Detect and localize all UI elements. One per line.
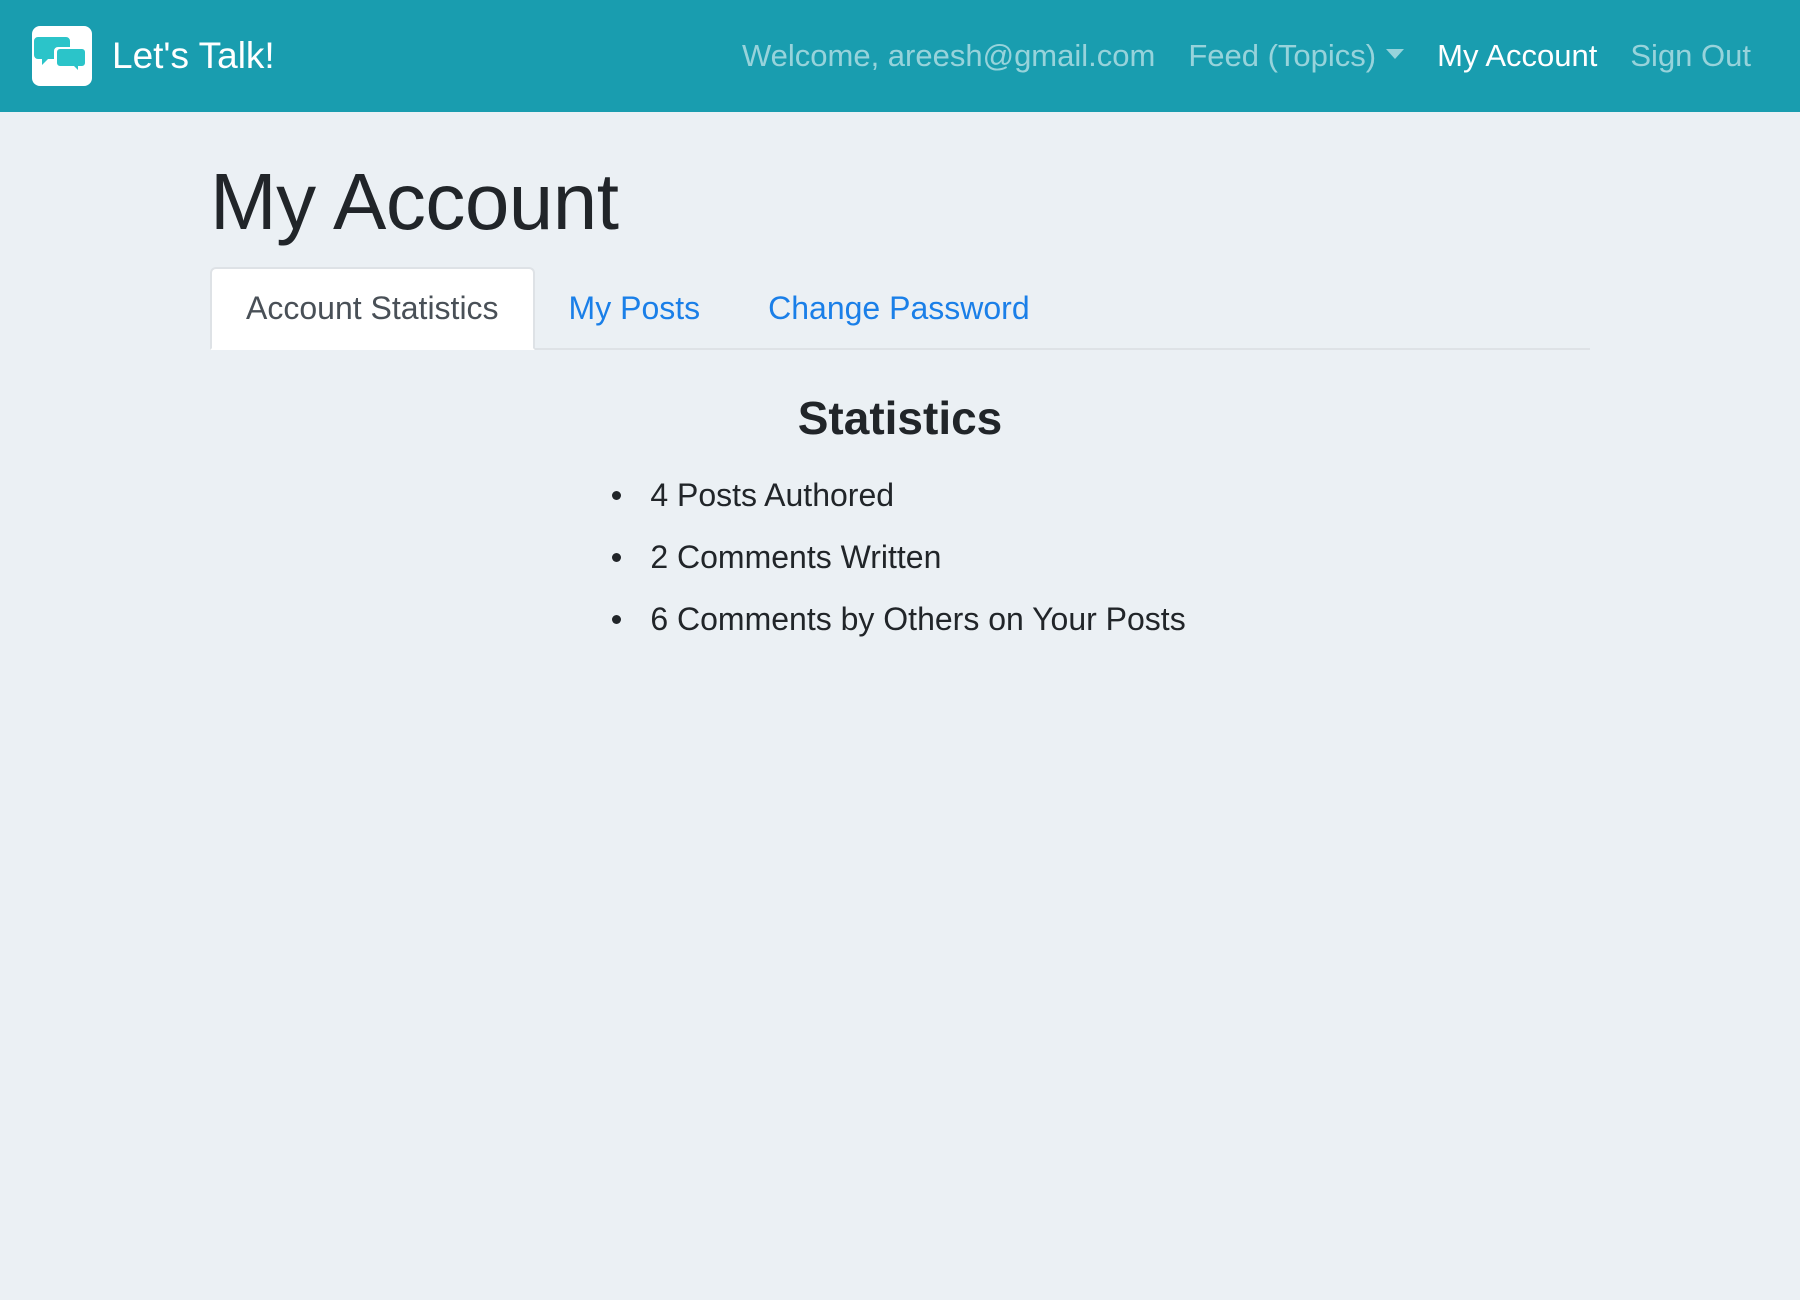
navbar-links: Welcome, areesh@gmail.com Feed (Topics) … — [742, 0, 1751, 112]
account-tabs: Account Statistics My Posts Change Passw… — [210, 267, 1590, 350]
statistics-heading: Statistics — [797, 392, 1003, 444]
feed-dropdown-label: Feed (Topics) — [1188, 38, 1377, 73]
statistics-section: Statistics 4 Posts Authored 2 Comments W… — [210, 390, 1590, 650]
stat-comments-by-others: 6 Comments by Others on Your Posts — [650, 601, 1186, 637]
bullet-icon — [612, 491, 622, 500]
brand-name: Let's Talk! — [112, 35, 275, 76]
nav-my-account[interactable]: My Account — [1437, 38, 1597, 74]
stat-posts-authored: 4 Posts Authored — [650, 477, 895, 513]
main-content: My Account Account Statistics My Posts C… — [210, 112, 1590, 650]
feed-dropdown[interactable]: Feed (Topics) — [1188, 38, 1405, 74]
list-item: 4 Posts Authored — [610, 464, 1185, 526]
statistics-list: 4 Posts Authored 2 Comments Written 6 Co… — [610, 464, 1186, 650]
bullet-icon — [612, 615, 622, 624]
page-title: My Account — [210, 157, 619, 246]
stat-comments-written: 2 Comments Written — [650, 539, 942, 575]
tab-account-statistics[interactable]: Account Statistics — [210, 267, 535, 350]
chat-bubbles-icon — [32, 26, 92, 86]
top-navbar: Let's Talk! Welcome, areesh@gmail.com Fe… — [0, 0, 1800, 112]
tab-my-posts[interactable]: My Posts — [535, 267, 735, 350]
welcome-text: Welcome, areesh@gmail.com — [741, 38, 1156, 73]
bullet-icon — [612, 553, 622, 562]
list-item: 2 Comments Written — [610, 526, 1185, 588]
caret-down-icon — [1386, 49, 1405, 59]
list-item: 6 Comments by Others on Your Posts — [610, 588, 1186, 650]
brand-link[interactable]: Let's Talk! — [32, 26, 275, 86]
nav-sign-out[interactable]: Sign Out — [1630, 38, 1751, 74]
tab-change-password[interactable]: Change Password — [734, 267, 1063, 350]
